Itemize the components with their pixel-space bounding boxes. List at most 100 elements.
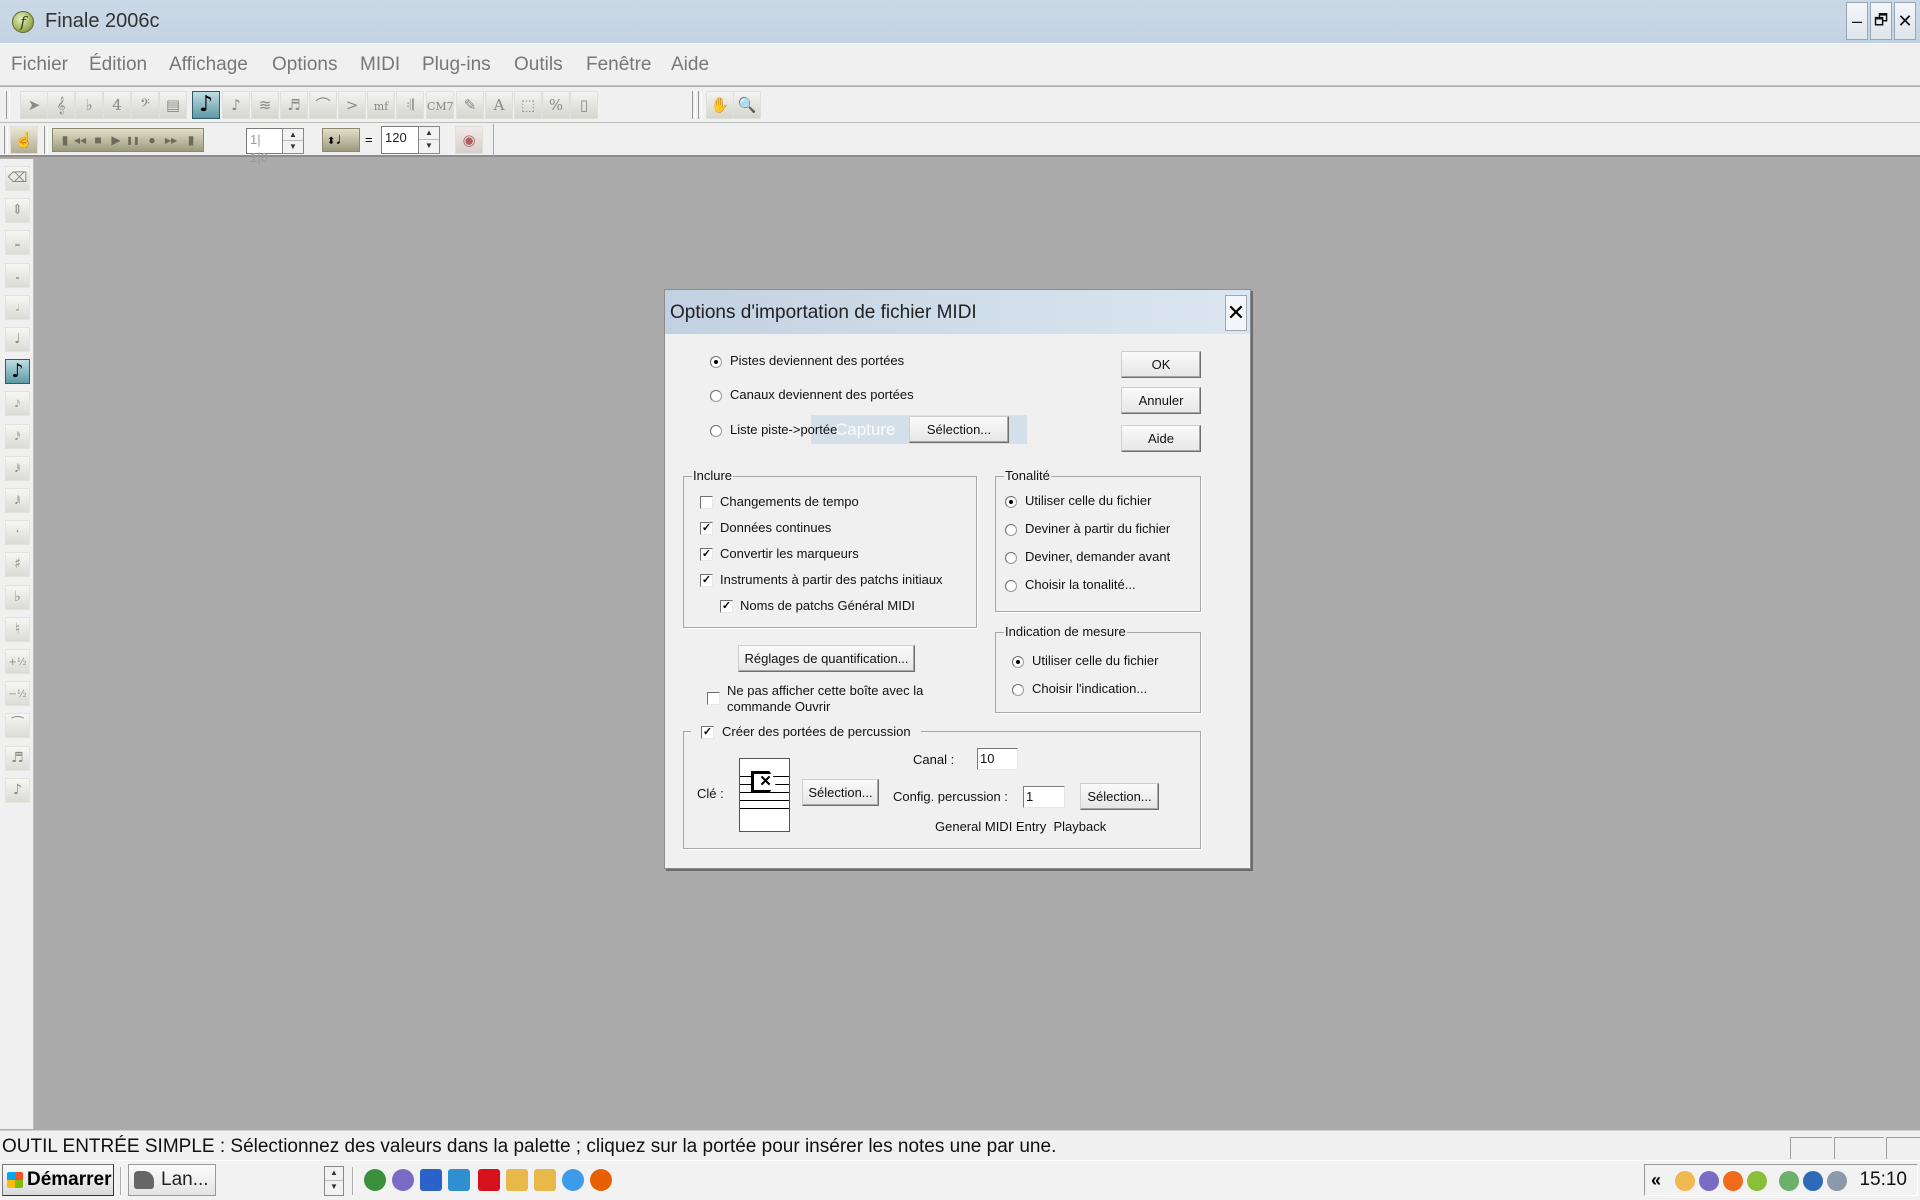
whole-note-button[interactable]: 𝅝 <box>5 262 30 288</box>
text-tool-button[interactable]: A <box>485 91 513 119</box>
128th-note-button[interactable]: 𝅘𝅥𝅲 <box>5 488 30 513</box>
sixty-fourth-note-button[interactable]: 𝅘𝅥𝅱 <box>5 455 30 481</box>
thirty-second-note-button[interactable]: 𝅘𝅥𝅰 <box>5 423 30 449</box>
mail-tray-icon[interactable] <box>1675 1171 1695 1191</box>
half-step-up-button[interactable]: +½ <box>5 649 30 674</box>
spin-up-icon[interactable]: ▲ <box>283 129 303 141</box>
radio-key-choose[interactable] <box>1005 580 1017 592</box>
grace-note-button[interactable]: ♪ <box>5 777 30 803</box>
radio-label[interactable]: Deviner à partir du fichier <box>1025 521 1170 536</box>
dont-show-label-line1[interactable]: Ne pas afficher cette boîte avec la <box>727 683 923 698</box>
radio-label[interactable]: Pistes deviennent des portées <box>730 353 904 368</box>
toolbar-grip[interactable] <box>44 126 48 154</box>
menu-aide[interactable]: Aide <box>671 54 709 76</box>
checkbox-convert-markers[interactable]: ✓ <box>700 548 713 561</box>
firefox-icon[interactable] <box>590 1169 612 1191</box>
checkbox-gm-patch-names[interactable]: ✓ <box>720 600 733 613</box>
spin-down-icon[interactable]: ▼ <box>419 140 439 153</box>
radio-label[interactable]: Utiliser celle du fichier <box>1032 653 1158 668</box>
radio-label[interactable]: Liste piste->portée <box>730 422 837 437</box>
stop-button[interactable]: ■ <box>90 132 106 149</box>
radio-label[interactable]: Canaux deviennent des portées <box>730 387 914 402</box>
radio-key-use-file[interactable] <box>1005 496 1017 508</box>
radio-label[interactable]: Choisir la tonalité... <box>1025 577 1136 592</box>
toolbar-grip[interactable] <box>698 91 702 119</box>
percussion-config-selection-button[interactable]: Sélection... <box>1080 783 1159 810</box>
resize-tool-button[interactable]: % <box>542 91 570 119</box>
radio-key-guess-ask[interactable] <box>1005 552 1017 564</box>
spin-up-icon[interactable]: ▲ <box>419 127 439 140</box>
quarter-note-button[interactable]: ♩ <box>5 327 30 352</box>
toolbar-grip[interactable] <box>6 91 10 119</box>
tempo-note-button[interactable]: ⬍♩ <box>322 128 360 152</box>
taskbar-scroll[interactable]: ▲ ▼ <box>324 1166 344 1196</box>
key-signature-tool-button[interactable]: ♭ <box>75 91 103 119</box>
staff-tool-button[interactable]: 𝄞 <box>47 91 75 119</box>
checkbox-dont-show[interactable] <box>707 692 720 705</box>
natural-button[interactable]: ♮ <box>5 616 30 642</box>
close-window-button[interactable]: ✕ <box>1894 2 1916 40</box>
scroll-down-icon[interactable]: ▼ <box>325 1181 343 1195</box>
selection-tool-button[interactable]: ➤ <box>20 91 48 119</box>
media-player-icon[interactable] <box>448 1169 470 1191</box>
help-button[interactable]: Aide <box>1121 425 1201 452</box>
radio-key-guess[interactable] <box>1005 524 1017 536</box>
checkbox-label[interactable]: Changements de tempo <box>720 494 859 509</box>
eighth-note-button[interactable]: ♪ <box>5 359 30 385</box>
dot-button[interactable]: · <box>5 520 30 546</box>
radio-tracks-to-staves[interactable] <box>710 356 722 368</box>
sfr-icon[interactable] <box>478 1169 500 1191</box>
channel-field[interactable]: 10 <box>977 748 1018 770</box>
mail-alt-icon[interactable] <box>534 1169 556 1191</box>
window-title-bar[interactable]: f Finale 2006c – 🗗 ✕ <box>0 0 1920 43</box>
chord-tool-button[interactable]: CM7 <box>426 91 454 119</box>
cancel-button[interactable]: Annuler <box>1121 387 1201 414</box>
taskbar-window-button[interactable]: Lan... <box>128 1164 216 1196</box>
half-step-down-button[interactable]: −½ <box>5 681 30 707</box>
radio-time-sig-use-file[interactable] <box>1012 656 1024 668</box>
play-button[interactable]: ▶ <box>108 132 124 149</box>
menu-fenetre[interactable]: Fenêtre <box>586 54 651 76</box>
speedy-entry-tool-button[interactable]: ♪ <box>222 91 250 119</box>
articulation-tool-button[interactable]: > <box>338 91 366 119</box>
dialog-close-button[interactable]: ✕ <box>1225 295 1247 331</box>
simple-entry-tool-button[interactable]: ♪ <box>192 91 220 119</box>
percussion-group-legend[interactable]: Créer des portées de percussion <box>722 724 911 739</box>
eraser-button[interactable]: ⌫ <box>5 166 30 191</box>
zoom-tool-button[interactable]: 🔍 <box>733 91 761 119</box>
minimize-button[interactable]: – <box>1846 2 1868 40</box>
torrent-client-icon[interactable] <box>392 1169 414 1191</box>
menu-edition[interactable]: Édition <box>89 54 147 76</box>
start-button[interactable]: Démarrer <box>2 1164 114 1196</box>
radio-channels-to-staves[interactable] <box>710 390 722 402</box>
tempo-spinner[interactable]: ▲ ▼ <box>418 126 440 154</box>
measure-counter-spinner[interactable]: ▲ ▼ <box>282 128 304 154</box>
radio-time-sig-choose[interactable] <box>1012 684 1024 696</box>
forward-to-end-button[interactable]: ▮ <box>183 132 199 149</box>
spin-down-icon[interactable]: ▼ <box>283 141 303 153</box>
double-whole-note-button[interactable]: 𝅜 <box>5 230 30 256</box>
time-signature-tool-button[interactable]: 4 <box>103 91 131 119</box>
radio-track-staff-list[interactable] <box>710 425 722 437</box>
repeat-tool-button[interactable]: 𝄇 <box>396 91 424 119</box>
dialog-title-bar[interactable]: Options d'importation de fichier MIDI ✕ <box>665 290 1250 334</box>
tray-expand-button[interactable]: « <box>1651 1170 1661 1191</box>
menu-fichier[interactable]: Fichier <box>11 54 68 76</box>
finger-tool-button[interactable]: ☝ <box>10 126 38 154</box>
clock[interactable]: 15:10 <box>1859 1169 1907 1191</box>
smart-shape-tool-button[interactable]: ⌒ <box>309 91 337 119</box>
clef-tool-button[interactable]: 𝄢 <box>131 91 159 119</box>
hyperscribe-tool-button[interactable]: ≋ <box>251 91 279 119</box>
network-tray-icon[interactable] <box>1803 1171 1823 1191</box>
checkbox-label[interactable]: Données continues <box>720 520 831 535</box>
expression-tool-button[interactable]: mf <box>367 91 395 119</box>
download-tray-icon[interactable] <box>1747 1171 1767 1191</box>
checkbox-tempo-changes[interactable] <box>700 496 713 509</box>
pause-button[interactable]: ❚❚ <box>125 132 141 149</box>
mail-icon[interactable] <box>506 1169 528 1191</box>
menu-plug-ins[interactable]: Plug-ins <box>422 54 491 76</box>
measure-tool-button[interactable]: ▤ <box>159 91 187 119</box>
page-layout-tool-button[interactable]: ▯ <box>570 91 598 119</box>
lyrics-tool-button[interactable]: ✎ <box>456 91 484 119</box>
desktop-icon[interactable] <box>420 1169 442 1191</box>
